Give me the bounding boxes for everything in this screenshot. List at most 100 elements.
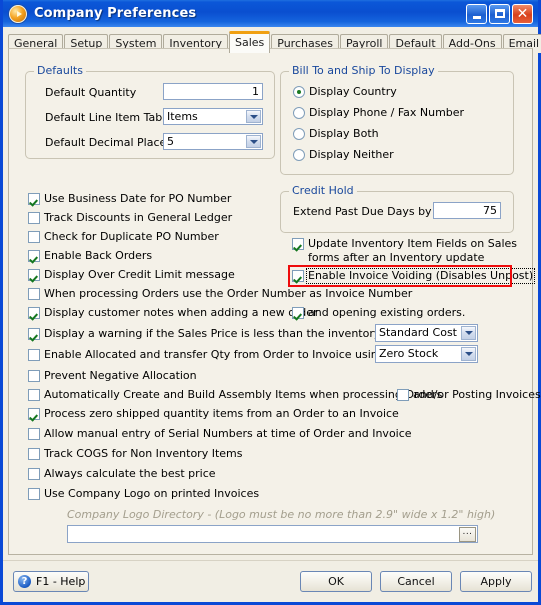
minimize-icon (472, 15, 481, 19)
checkbox-label: Track Discounts in General Ledger (44, 211, 233, 224)
checkbox-indicator[interactable] (28, 231, 40, 243)
checkbox-indicator[interactable] (28, 488, 40, 500)
company-logo-directory-input[interactable] (67, 525, 478, 543)
checkbox-enable-invoice-voiding[interactable]: Enable Invoice Voiding (Disables Unpost) (292, 268, 536, 284)
extend-past-due-input[interactable]: 75 (433, 202, 501, 219)
defaults-group: Defaults Default Quantity 1 Default Line… (25, 64, 275, 159)
cancel-button[interactable]: Cancel (380, 571, 452, 592)
checkbox-label: Use Business Date for PO Number (44, 192, 232, 205)
sales-price-basis-select[interactable]: Standard Cost (375, 324, 478, 342)
checkbox-update-inventory-item-fields[interactable]: Update Inventory Item Fields on Sales (292, 237, 517, 251)
chevron-down-icon[interactable] (461, 347, 476, 361)
chevron-down-icon[interactable] (246, 135, 261, 148)
checkbox-indicator[interactable] (28, 288, 40, 300)
default-quantity-label: Default Quantity (45, 86, 137, 99)
radio-display-both[interactable]: Display Both (293, 127, 379, 140)
minimize-button[interactable] (466, 3, 487, 24)
credit-hold-legend: Credit Hold (289, 184, 357, 197)
checkbox-opening-existing-orders[interactable]: and opening existing orders. (292, 306, 465, 320)
radio-display-phone-fax[interactable]: Display Phone / Fax Number (293, 106, 464, 119)
checkbox-label: Allow manual entry of Serial Numbers at … (44, 427, 412, 440)
checkbox-label: Track COGS for Non Inventory Items (44, 447, 243, 460)
default-decimal-places-label: Default Decimal Places (45, 136, 173, 149)
checkbox-auto-create-build-assembly[interactable]: Automatically Create and Build Assembly … (28, 388, 442, 402)
default-line-item-tab-label: Default Line Item Tab (45, 111, 163, 124)
apply-button[interactable]: Apply (460, 571, 532, 592)
sales-price-basis-value: Standard Cost (379, 326, 457, 339)
checkbox-indicator[interactable] (28, 370, 40, 382)
radio-label: Display Phone / Fax Number (309, 106, 465, 119)
checkbox-indicator[interactable] (292, 307, 304, 319)
app-orb-icon (9, 4, 27, 23)
checkbox-track-cogs-non-inventory[interactable]: Track COGS for Non Inventory Items (28, 447, 242, 461)
checkbox-indicator[interactable] (28, 193, 40, 205)
checkbox-always-calculate-best-price[interactable]: Always calculate the best price (28, 467, 216, 481)
checkbox-label: Display Over Credit Limit message (44, 268, 235, 281)
checkbox-indicator[interactable] (397, 389, 409, 401)
chevron-down-icon[interactable] (246, 110, 261, 123)
company-logo-directory-label: Company Logo Directory - (Logo must be n… (67, 508, 496, 521)
checkbox-display-over-credit-limit[interactable]: Display Over Credit Limit message (28, 268, 235, 282)
chevron-down-icon[interactable] (461, 326, 476, 340)
checkbox-allow-manual-serial-entry[interactable]: Allow manual entry of Serial Numbers at … (28, 427, 412, 441)
checkbox-display-customer-notes[interactable]: Display customer notes when adding a new… (28, 306, 318, 320)
checkbox-indicator[interactable] (28, 468, 40, 480)
radio-indicator[interactable] (293, 106, 305, 119)
checkbox-posting-invoices[interactable]: and/or Posting Invoices (397, 388, 541, 402)
checkbox-order-number-as-invoice-number[interactable]: When processing Orders use the Order Num… (28, 287, 412, 301)
checkbox-indicator[interactable] (28, 212, 40, 224)
checkbox-indicator[interactable] (28, 349, 40, 361)
checkbox-label: Check for Duplicate PO Number (44, 230, 219, 243)
credit-hold-group: Credit Hold Extend Past Due Days by 75 (280, 184, 514, 233)
checkbox-process-zero-shipped-qty[interactable]: Process zero shipped quantity items from… (28, 407, 399, 421)
checkbox-check-duplicate-po[interactable]: Check for Duplicate PO Number (28, 230, 219, 244)
radio-display-country[interactable]: Display Country (293, 85, 397, 98)
defaults-group-legend: Defaults (34, 64, 86, 77)
help-button[interactable]: ? F1 - Help (13, 571, 89, 592)
title-bar: Company Preferences ✕ (3, 0, 538, 27)
tab-sales[interactable]: Sales (228, 31, 271, 53)
checkbox-indicator[interactable] (28, 269, 40, 281)
checkbox-indicator[interactable] (28, 250, 40, 262)
checkbox-indicator[interactable] (28, 328, 40, 340)
checkbox-indicator[interactable] (292, 270, 304, 282)
radio-indicator[interactable] (293, 148, 305, 161)
close-button[interactable]: ✕ (512, 3, 533, 24)
checkbox-indicator[interactable] (28, 389, 40, 401)
browse-directory-button[interactable]: ... (459, 527, 476, 542)
checkbox-enable-allocated-transfer-qty[interactable]: Enable Allocated and transfer Qty from O… (28, 348, 392, 362)
default-line-item-tab-select[interactable]: Items (163, 108, 263, 125)
checkbox-label: and/or Posting Invoices (413, 388, 541, 401)
checkbox-indicator[interactable] (292, 238, 304, 250)
radio-indicator[interactable] (293, 127, 305, 140)
bill-ship-display-legend: Bill To and Ship To Display (289, 64, 438, 77)
checkbox-use-company-logo[interactable]: Use Company Logo on printed Invoices (28, 487, 259, 501)
radio-indicator[interactable] (293, 85, 305, 98)
checkbox-indicator[interactable] (28, 428, 40, 440)
radio-label: Display Both (309, 127, 379, 140)
ok-button[interactable]: OK (300, 571, 372, 592)
checkbox-indicator[interactable] (28, 448, 40, 460)
maximize-button[interactable] (489, 3, 510, 24)
checkbox-indicator[interactable] (28, 408, 40, 420)
allocation-basis-select[interactable]: Zero Stock (375, 345, 478, 363)
checkbox-label: Enable Back Orders (44, 249, 153, 262)
checkbox-label: Enable Invoice Voiding (Disables Unpost) (305, 268, 536, 284)
checkbox-enable-back-orders[interactable]: Enable Back Orders (28, 249, 152, 263)
checkbox-label: Prevent Negative Allocation (44, 369, 197, 382)
checkbox-label: Display a warning if the Sales Price is … (44, 327, 415, 340)
checkbox-label: Process zero shipped quantity items from… (44, 407, 399, 420)
checkbox-label: Update Inventory Item Fields on Sales (308, 237, 517, 250)
checkbox-use-business-date-po[interactable]: Use Business Date for PO Number (28, 192, 231, 206)
default-quantity-input[interactable]: 1 (163, 83, 263, 100)
checkbox-label: and opening existing orders. (308, 306, 466, 319)
radio-display-neither[interactable]: Display Neither (293, 148, 394, 161)
checkbox-prevent-negative-allocation[interactable]: Prevent Negative Allocation (28, 369, 197, 383)
checkbox-track-discounts-gl[interactable]: Track Discounts in General Ledger (28, 211, 232, 225)
default-decimal-places-select[interactable]: 5 (163, 133, 263, 150)
radio-label: Display Country (309, 85, 397, 98)
checkbox-display-sales-price-warning[interactable]: Display a warning if the Sales Price is … (28, 327, 414, 341)
default-decimal-places-value: 5 (167, 135, 174, 148)
sales-preferences-panel: Defaults Default Quantity 1 Default Line… (8, 48, 541, 555)
checkbox-indicator[interactable] (28, 307, 40, 319)
